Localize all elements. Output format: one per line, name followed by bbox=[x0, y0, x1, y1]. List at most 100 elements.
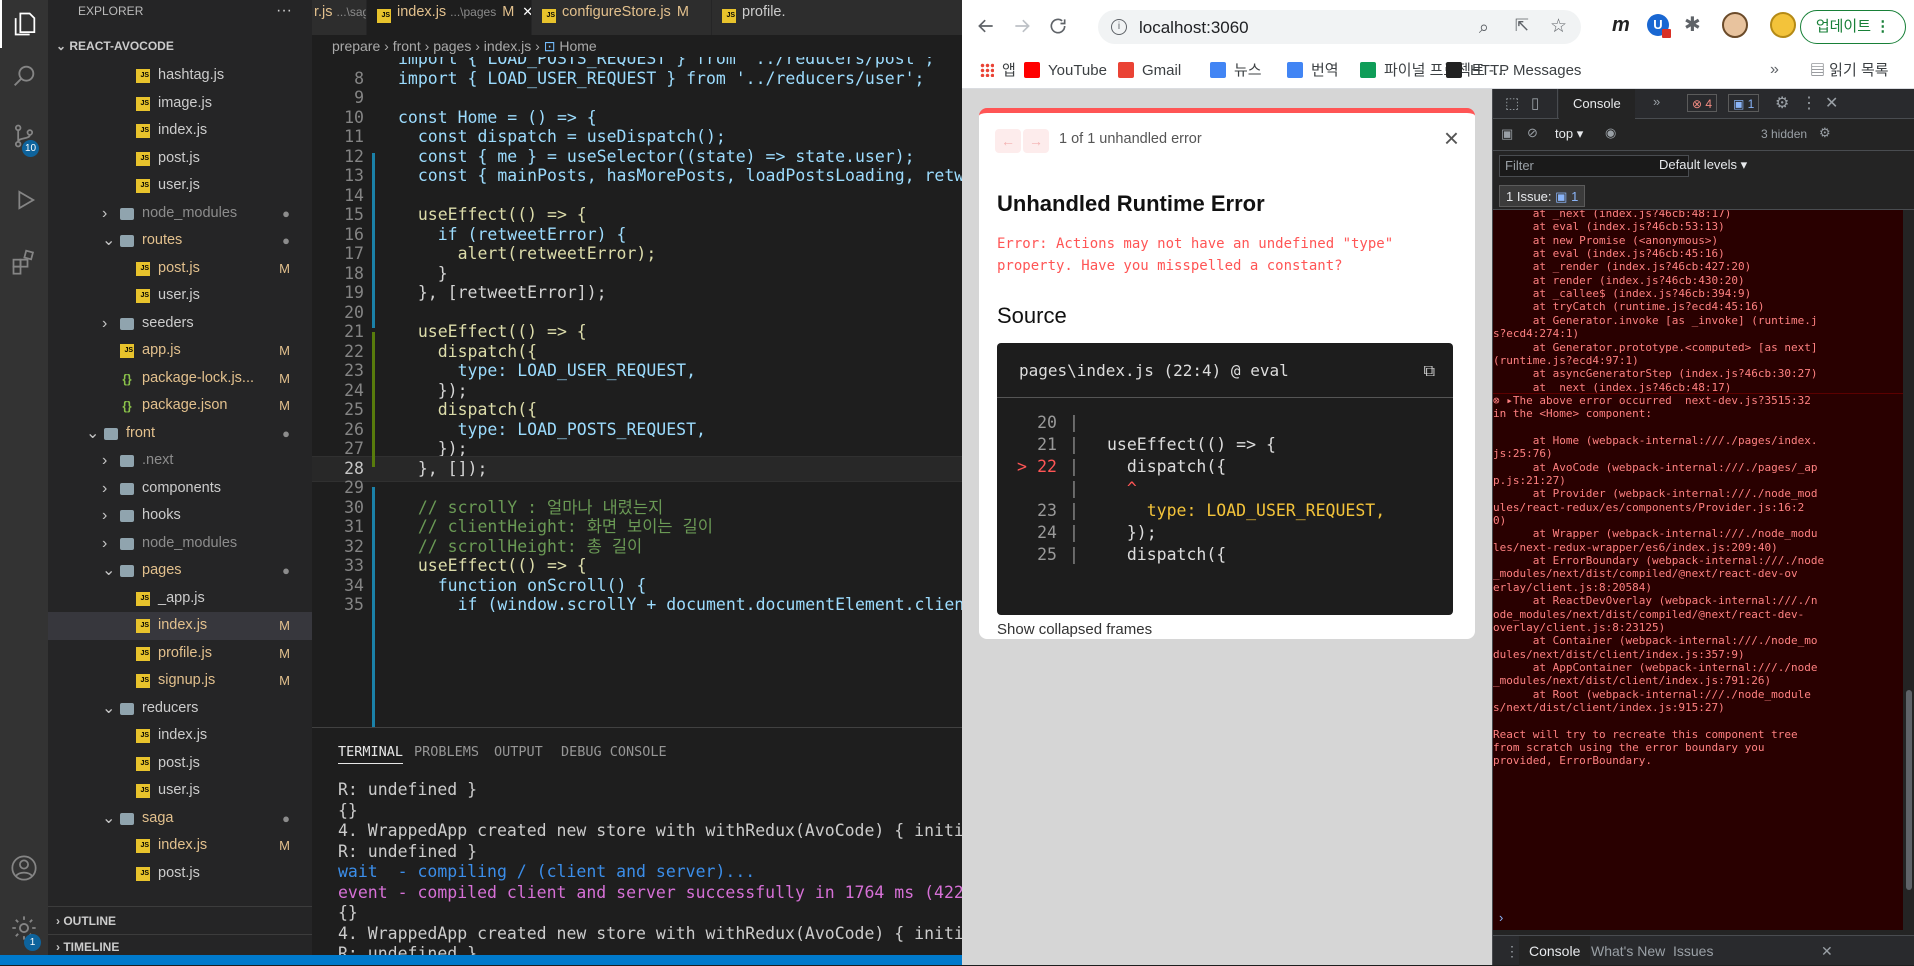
drawer-close-icon[interactable]: ✕ bbox=[1821, 936, 1833, 966]
tree-item-js[interactable]: JS app.js M bbox=[48, 337, 312, 365]
account-icon[interactable] bbox=[0, 844, 48, 892]
bookmarks-overflow-icon[interactable]: » bbox=[1770, 61, 1779, 79]
back-icon[interactable] bbox=[974, 14, 998, 38]
tree-item-folder[interactable]: › hooks bbox=[48, 502, 312, 530]
breadcrumb-item[interactable]: index.js bbox=[484, 38, 531, 54]
forward-icon[interactable] bbox=[1010, 14, 1034, 38]
inspect-element-icon[interactable]: ⬚ bbox=[1505, 94, 1519, 112]
tree-item-js[interactable]: JS user.js bbox=[48, 777, 312, 805]
close-icon[interactable]: × bbox=[1444, 123, 1459, 154]
tab-console[interactable]: Console bbox=[1559, 89, 1635, 119]
profile-avatar-2[interactable] bbox=[1770, 12, 1796, 38]
errors-badge[interactable]: ⊗ 4 bbox=[1687, 94, 1718, 112]
breadcrumb-item[interactable]: Home bbox=[559, 38, 596, 54]
site-info-icon[interactable]: i bbox=[1111, 19, 1127, 35]
panel-tab-terminal[interactable]: TERMINAL bbox=[338, 744, 404, 764]
tree-item-js[interactable]: JS profile.js M bbox=[48, 640, 312, 668]
bookmark-item[interactable]: YouTube bbox=[1024, 53, 1107, 89]
tree-item-folder[interactable]: › node_modules bbox=[48, 530, 312, 558]
breadcrumb-item[interactable]: front bbox=[393, 38, 421, 54]
tree-item-js[interactable]: JS index.js bbox=[48, 117, 312, 145]
tree-item-folder[interactable]: ⌄ pages ● bbox=[48, 557, 312, 585]
tree-item-folder[interactable]: › .next bbox=[48, 447, 312, 475]
messages-badge[interactable]: ▣ 1 bbox=[1728, 94, 1760, 112]
tree-item-folder[interactable]: › node_modules ● bbox=[48, 200, 312, 228]
tree-item-js[interactable]: JS signup.js M bbox=[48, 667, 312, 695]
devtools-menu-icon[interactable]: ⋮ bbox=[1801, 93, 1817, 113]
tree-item-js[interactable]: JS post.js bbox=[48, 145, 312, 173]
source-file-header[interactable]: pages\index.js (22:4) @ eval ⧉ bbox=[997, 343, 1453, 398]
bookmark-item[interactable]: 번역 bbox=[1287, 53, 1339, 89]
bookmark-star-icon[interactable]: ☆ bbox=[1550, 15, 1567, 38]
tree-item-js[interactable]: JS index.js M bbox=[48, 612, 312, 640]
code-editor[interactable]: import { LOAD_POSTS_REQUEST } from '../r… bbox=[312, 57, 962, 727]
tree-item-js[interactable]: JS index.js M bbox=[48, 832, 312, 860]
editor-tab[interactable]: r.js...\sagaM bbox=[312, 0, 366, 35]
drawer-tab-issues[interactable]: Issues bbox=[1663, 936, 1723, 966]
more-actions-icon[interactable]: ··· bbox=[276, 0, 292, 22]
live-expression-eye-icon[interactable]: ◉ bbox=[1605, 125, 1616, 141]
bookmark-item[interactable]: 뉴스 bbox=[1210, 53, 1262, 89]
next-error-button[interactable]: → bbox=[1023, 129, 1049, 153]
show-collapsed-frames-button[interactable]: Show collapsed frames bbox=[997, 621, 1152, 638]
project-header[interactable]: ⌄ REACT-AVOCODE bbox=[48, 35, 312, 57]
prev-error-button[interactable]: ← bbox=[995, 129, 1021, 153]
terminal-panel[interactable]: TERMINAL PROBLEMS OUTPUT DEBUG CONSOLE R: u… bbox=[312, 727, 962, 963]
zoom-icon[interactable]: ⌕ bbox=[1479, 17, 1489, 38]
devtools-settings-icon[interactable]: ⚙ bbox=[1775, 93, 1789, 113]
breadcrumb-item[interactable]: pages bbox=[433, 38, 471, 54]
device-toolbar-icon[interactable]: ▯ bbox=[1531, 94, 1539, 112]
extensions-icon[interactable] bbox=[0, 238, 48, 286]
scrollbar-thumb[interactable] bbox=[1906, 690, 1912, 890]
tree-item-js[interactable]: JS hashtag.js bbox=[48, 62, 312, 90]
extensions-puzzle-icon[interactable]: ✱ bbox=[1684, 12, 1701, 37]
extension-m-icon[interactable]: m bbox=[1612, 14, 1630, 37]
reading-list-button[interactable]: ▤ 읽기 목록 bbox=[1810, 53, 1889, 89]
tree-item-json[interactable]: {} package.json M bbox=[48, 392, 312, 420]
more-tabs-icon[interactable]: » bbox=[1653, 94, 1660, 109]
panel-tab-debug-console[interactable]: DEBUG CONSOLE bbox=[561, 744, 667, 760]
bookmark-item[interactable]: Gmail bbox=[1118, 53, 1181, 89]
bookmark-item[interactable]: HTTP Messages bbox=[1446, 53, 1581, 89]
tree-item-js[interactable]: JS post.js bbox=[48, 750, 312, 778]
tree-item-folder[interactable]: ⌄ reducers bbox=[48, 695, 312, 723]
console-messages[interactable]: at _next (index.js?46cb:48:17) at eval (… bbox=[1493, 210, 1903, 930]
bookmark-item[interactable]: 앱 bbox=[1002, 53, 1016, 89]
drawer-menu-icon[interactable]: ⋮ bbox=[1505, 936, 1519, 966]
tree-item-js[interactable]: JS user.js bbox=[48, 282, 312, 310]
update-button[interactable]: 업데이트 ⋮ bbox=[1800, 10, 1906, 44]
open-in-editor-icon[interactable]: ⧉ bbox=[1424, 343, 1435, 398]
editor-tab[interactable]: JS profile. bbox=[712, 0, 962, 35]
outline-section[interactable]: › OUTLINE bbox=[48, 906, 312, 934]
apps-grid-icon[interactable] bbox=[980, 63, 994, 77]
reload-icon[interactable] bbox=[1046, 14, 1070, 38]
devtools-close-icon[interactable]: ✕ bbox=[1825, 93, 1838, 113]
tree-item-js[interactable]: JS _app.js bbox=[48, 585, 312, 613]
console-settings-icon[interactable]: ⚙ bbox=[1819, 125, 1831, 141]
tree-item-js[interactable]: JS index.js bbox=[48, 722, 312, 750]
source-control-icon[interactable]: 10 bbox=[0, 112, 48, 160]
drawer-tab-what-s-new[interactable]: What's New bbox=[1581, 936, 1675, 966]
drawer-tab-console[interactable]: Console bbox=[1519, 936, 1591, 966]
console-prompt-icon[interactable]: › bbox=[1499, 910, 1503, 925]
tree-item-folder[interactable]: › components bbox=[48, 475, 312, 503]
tree-item-js[interactable]: JS post.js bbox=[48, 860, 312, 888]
search-icon[interactable] bbox=[0, 52, 48, 100]
settings-gear-icon[interactable]: 1 bbox=[0, 904, 48, 952]
tree-item-folder[interactable]: ⌄ front ● bbox=[48, 420, 312, 448]
address-bar[interactable]: i localhost:3060 ⌕ ⇱ ☆ bbox=[1098, 10, 1581, 44]
clear-console-icon[interactable]: ⊘ bbox=[1527, 125, 1538, 141]
sidebar-toggle-icon[interactable]: ▣ bbox=[1501, 126, 1513, 142]
breadcrumb-item[interactable]: prepare bbox=[332, 38, 380, 54]
editor-tab[interactable]: JS configureStore.js M bbox=[532, 0, 711, 35]
log-levels-dropdown[interactable]: Default levels ▾ bbox=[1659, 157, 1747, 173]
context-selector[interactable]: top ▾ bbox=[1555, 126, 1583, 144]
explorer-icon[interactable] bbox=[0, 0, 48, 48]
tree-item-folder[interactable]: › seeders bbox=[48, 310, 312, 338]
tab-close-icon[interactable]: ✕ bbox=[522, 4, 531, 19]
tree-item-folder[interactable]: ⌄ saga ● bbox=[48, 805, 312, 833]
issues-button[interactable]: 1 Issue: ▣ 1 bbox=[1499, 185, 1586, 207]
editor-tab[interactable]: JS index.js ...\pages M ✕ bbox=[367, 0, 531, 35]
profile-avatar[interactable] bbox=[1722, 12, 1748, 38]
share-icon[interactable]: ⇱ bbox=[1515, 16, 1529, 36]
